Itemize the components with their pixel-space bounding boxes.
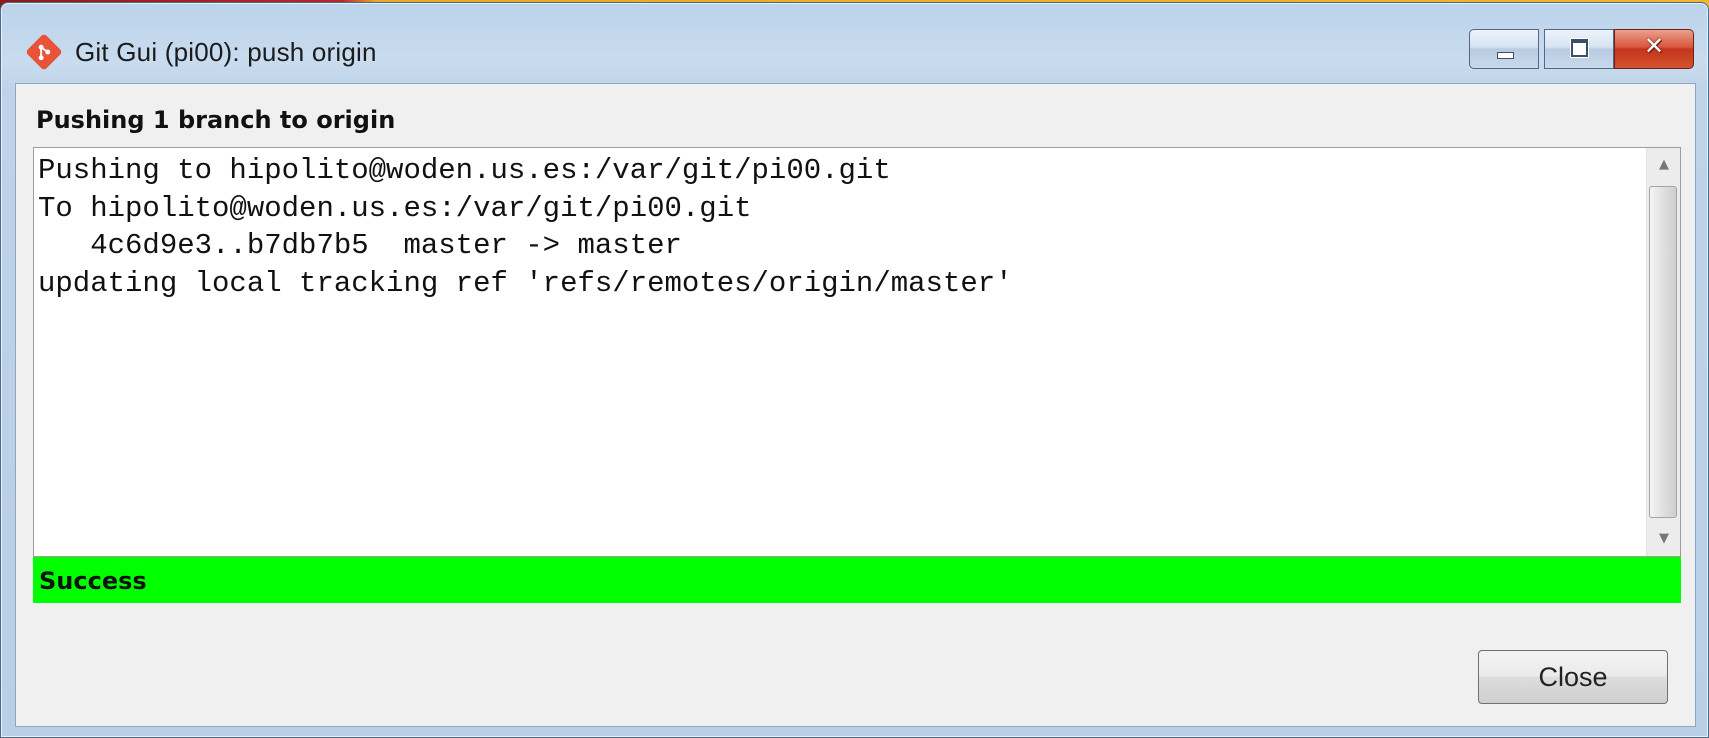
minimize-button[interactable] bbox=[1469, 29, 1539, 69]
log-line: updating local tracking ref 'refs/remote… bbox=[38, 266, 1013, 300]
status-text: Success bbox=[39, 567, 147, 595]
status-bar: Success bbox=[33, 557, 1681, 603]
close-button[interactable]: Close bbox=[1478, 650, 1668, 704]
push-log-text[interactable]: Pushing to hipolito@woden.us.es:/var/git… bbox=[38, 152, 1644, 302]
log-line: 4c6d9e3..b7db7b5 master -> master bbox=[38, 229, 682, 262]
git-logo-icon bbox=[26, 34, 62, 70]
title-bar[interactable]: Git Gui (pi00): push origin ✕ bbox=[1, 3, 1708, 81]
dialog-heading: Pushing 1 branch to origin bbox=[36, 106, 396, 134]
log-line: Pushing to hipolito@woden.us.es:/var/git… bbox=[38, 154, 891, 187]
log-line: To hipolito@woden.us.es:/var/git/pi00.gi… bbox=[38, 191, 752, 225]
maximize-icon bbox=[1571, 39, 1588, 57]
scroll-thumb[interactable] bbox=[1649, 186, 1677, 518]
window-title: Git Gui (pi00): push origin bbox=[75, 37, 377, 67]
close-window-button[interactable]: ✕ bbox=[1614, 29, 1694, 69]
vertical-scrollbar[interactable]: ▲ ▼ bbox=[1646, 148, 1680, 556]
git-gui-push-window: Git Gui (pi00): push origin ✕ Pushing 1 … bbox=[0, 2, 1709, 738]
close-icon: ✕ bbox=[1643, 32, 1665, 60]
scroll-up-arrow-icon[interactable]: ▲ bbox=[1647, 148, 1681, 182]
maximize-button[interactable] bbox=[1544, 29, 1614, 69]
push-log-area[interactable]: Pushing to hipolito@woden.us.es:/var/git… bbox=[33, 147, 1681, 557]
dialog-body: Pushing 1 branch to origin Pushing to hi… bbox=[15, 83, 1696, 727]
minimize-icon bbox=[1497, 52, 1514, 59]
scroll-down-arrow-icon[interactable]: ▼ bbox=[1647, 522, 1681, 556]
caption-buttons: ✕ bbox=[1469, 29, 1708, 73]
